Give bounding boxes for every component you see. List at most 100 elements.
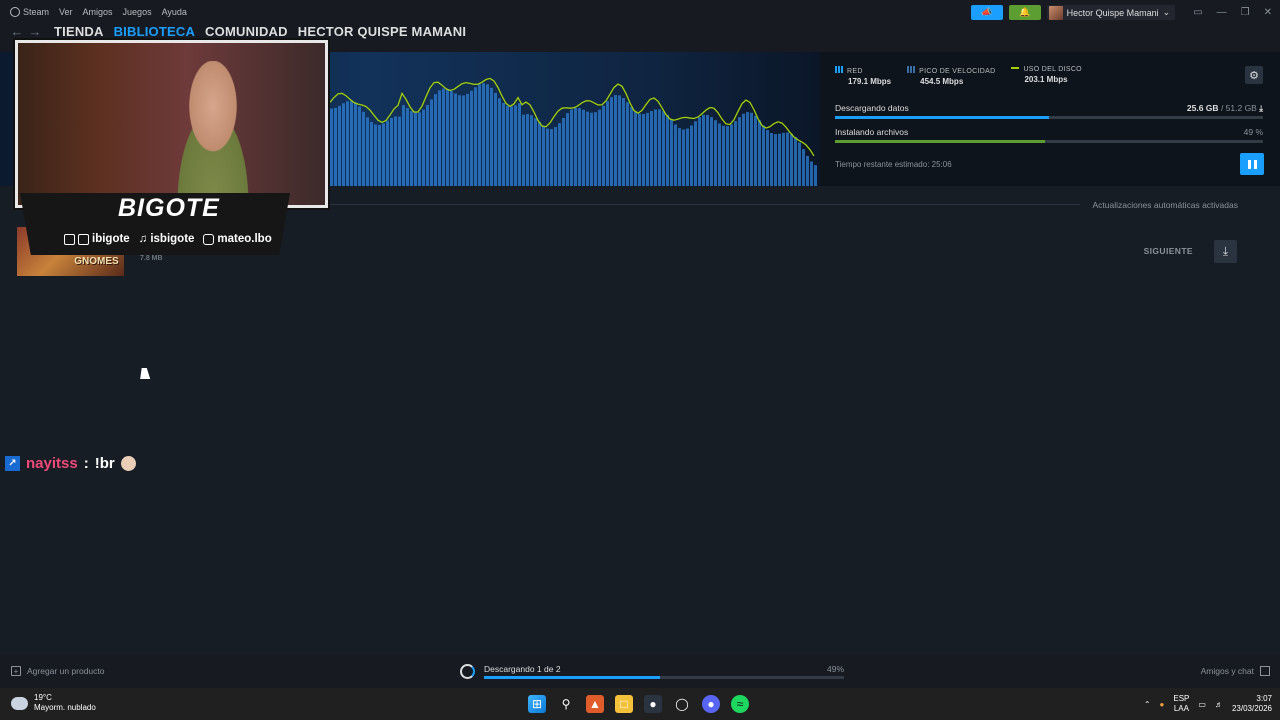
graph-bar — [382, 123, 385, 186]
graph-bar — [546, 128, 549, 186]
steam-taskbar-icon[interactable]: ● — [644, 695, 662, 713]
social-handles: ibigote ♫ isbigote mateo.lbo — [64, 233, 272, 245]
clock[interactable]: 3:07 23/03/2026 — [1232, 694, 1272, 714]
graph-bar — [430, 99, 433, 186]
microphone-icon[interactable]: ● — [1160, 700, 1165, 709]
brave-icon[interactable]: ▲ — [586, 695, 604, 713]
graph-bar — [794, 137, 797, 186]
add-product-label: Agregar un producto — [27, 666, 105, 676]
emote-icon — [120, 456, 136, 471]
graph-bar — [490, 87, 493, 186]
graph-bar — [422, 109, 425, 186]
graph-bar — [778, 133, 781, 186]
stat-peak: PICO DE VELOCIDAD 454.5 Mbps — [907, 66, 995, 86]
tab-community[interactable]: COMUNIDAD — [205, 24, 288, 39]
menu-help[interactable]: Ayuda — [162, 7, 187, 17]
graph-bar — [450, 91, 453, 186]
broadcast-button[interactable]: 📣 — [970, 5, 1003, 20]
spotify-icon[interactable]: ≈ — [731, 695, 749, 713]
spinner-icon — [460, 664, 475, 679]
tab-library[interactable]: BIBLIOTECA — [114, 24, 195, 39]
tab-profile[interactable]: HECTOR QUISPE MAMANI — [298, 24, 466, 39]
notifications-button[interactable]: 🔔 — [1008, 5, 1041, 20]
cloud-icon — [11, 696, 28, 710]
download-icon[interactable]: ⤓ — [1214, 240, 1237, 263]
graph-bar — [462, 95, 465, 186]
graph-bar — [674, 124, 677, 186]
weather-desc: Mayorm. nublado — [34, 703, 96, 712]
graph-bar — [466, 93, 469, 186]
volume-icon[interactable]: ♬ — [1215, 700, 1223, 709]
graph-bar — [718, 123, 721, 186]
graph-bar — [570, 109, 573, 186]
graph-bar — [642, 114, 645, 186]
graph-bar — [394, 116, 397, 186]
graph-bar — [562, 118, 565, 186]
graph-bar — [666, 114, 669, 186]
graph-bar — [694, 121, 697, 186]
graph-bar — [722, 125, 725, 186]
download-done: 25.6 GB — [1186, 103, 1219, 113]
gear-icon[interactable]: ⚙ — [1245, 66, 1263, 84]
streamer-brand: BIGOTE — [118, 194, 220, 222]
graph-bar — [374, 124, 377, 186]
obs-icon[interactable]: ◯ — [673, 695, 691, 713]
add-product-button[interactable]: + Agregar un producto — [11, 666, 105, 676]
system-tray: ⌃ ● ESP LAA ▭ ♬ 3:07 23/03/2026 — [1144, 694, 1272, 714]
chevron-up-icon[interactable]: ⌃ — [1144, 700, 1151, 709]
discord-icon[interactable]: ● — [702, 695, 720, 713]
stat-disk: USO DEL DISCO 203.1 Mbps — [1011, 66, 1082, 86]
minimize-icon[interactable]: — — [1217, 7, 1227, 18]
friends-chat-button[interactable]: Amigos y chat — [1201, 666, 1270, 676]
weather-widget[interactable]: 19°C Mayorm. nublado — [11, 693, 96, 713]
chat-message: ↗ nayitss : !br — [5, 455, 136, 472]
graph-bar — [386, 120, 389, 186]
instagram-icon — [203, 233, 215, 245]
graph-bar — [498, 98, 501, 186]
graph-bar — [402, 105, 405, 186]
file-explorer-icon[interactable]: □ — [615, 695, 633, 713]
pause-button[interactable] — [1240, 153, 1264, 175]
menu-friends[interactable]: Amigos — [83, 7, 113, 17]
network-icon[interactable]: ▭ — [1198, 700, 1206, 709]
forward-arrow-icon[interactable]: → — [26, 24, 44, 39]
tab-store[interactable]: TIENDA — [54, 24, 104, 39]
windows-start-icon[interactable]: ⊞ — [528, 695, 546, 713]
graph-bar — [798, 142, 801, 186]
graph-bar — [742, 113, 745, 186]
search-icon[interactable]: ⚲ — [557, 695, 575, 713]
next-label: SIGUIENTE — [1143, 246, 1193, 256]
graph-bar — [646, 112, 649, 186]
footer-download-status[interactable]: Descargando 1 de 2 49% — [460, 662, 844, 682]
lang-code: ESP — [1173, 694, 1190, 703]
network-legend-icon — [835, 66, 843, 73]
menu-view[interactable]: Ver — [59, 7, 73, 17]
graph-bar — [610, 97, 613, 186]
user-menu[interactable]: Hector Quispe Mamani ⌄ — [1046, 5, 1176, 20]
graph-bar — [542, 125, 545, 186]
graph-bar — [602, 105, 605, 186]
chat-text: !br — [94, 455, 115, 472]
language-indicator[interactable]: ESP LAA — [1173, 694, 1189, 714]
webcam-overlay — [15, 40, 328, 211]
graph-bar — [774, 134, 777, 186]
graph-bar — [474, 87, 477, 186]
maximize-icon[interactable]: ❐ — [1241, 7, 1250, 18]
graph-bar — [414, 112, 417, 186]
chevron-down-icon: ⌄ — [1162, 7, 1171, 17]
graph-bar — [590, 112, 593, 186]
graph-bar — [426, 104, 429, 186]
close-icon[interactable]: ✕ — [1264, 7, 1272, 18]
graph-bar — [650, 110, 653, 186]
back-arrow-icon[interactable]: ← — [8, 24, 26, 39]
taskbar-apps: ⊞ ⚲ ▲ □ ● ◯ ● ≈ — [528, 695, 749, 713]
footer-pct: 49% — [826, 664, 844, 674]
menu-games[interactable]: Juegos — [123, 7, 152, 17]
menu-steam[interactable]: Steam — [10, 7, 49, 17]
big-picture-icon[interactable]: ▭ — [1193, 7, 1202, 18]
graph-bar — [730, 124, 733, 186]
friends-chat-label: Amigos y chat — [1200, 666, 1254, 676]
graph-bar — [714, 120, 717, 186]
social-tiktok-handle: isbigote — [150, 233, 195, 245]
graph-bar — [686, 128, 689, 186]
